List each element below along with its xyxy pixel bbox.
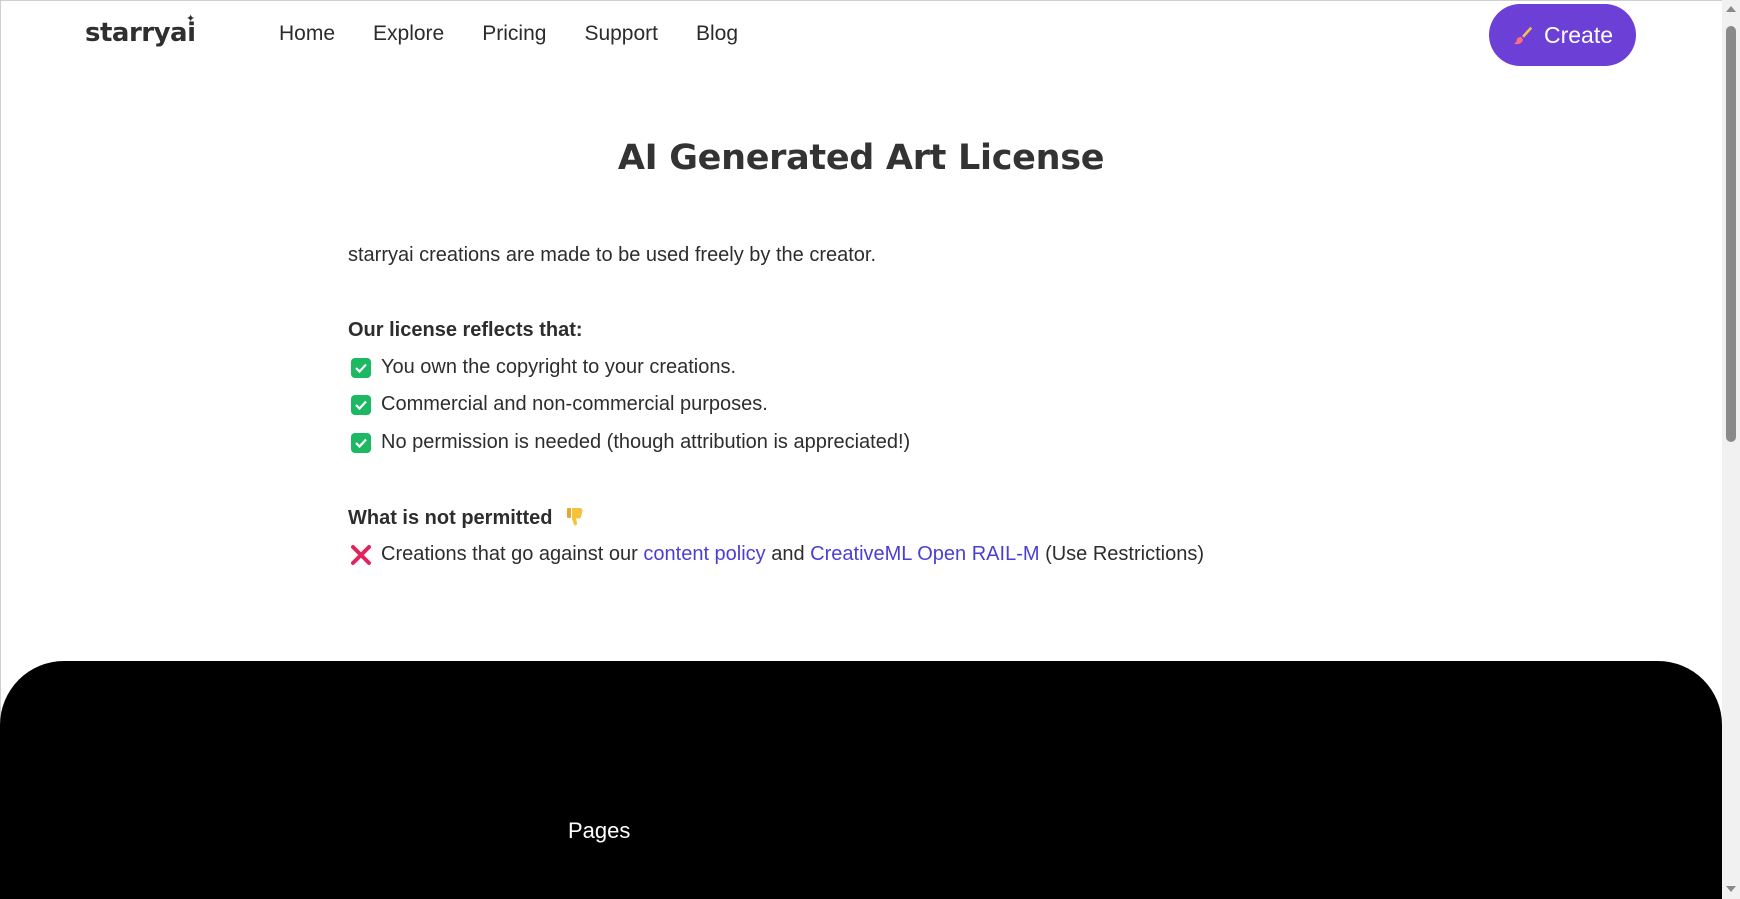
creativeml-license-link[interactable]: CreativeML Open RAIL-M xyxy=(810,543,1039,566)
site-footer: Pages xyxy=(0,661,1722,899)
checkmark-icon xyxy=(351,357,371,378)
cross-mark-icon xyxy=(351,544,371,565)
intro-text: starryai creations are made to be used f… xyxy=(348,244,877,266)
license-heading: Our license reflects that: xyxy=(348,319,583,341)
nav-home[interactable]: Home xyxy=(279,22,335,46)
restriction-middle: and xyxy=(765,543,811,565)
scroll-up-arrow-icon[interactable] xyxy=(1726,6,1736,12)
nav-blog[interactable]: Blog xyxy=(696,22,738,46)
permitted-item: No permission is needed (though attribut… xyxy=(348,431,910,454)
nav-explore[interactable]: Explore xyxy=(373,22,444,46)
nav-pricing[interactable]: Pricing xyxy=(482,22,546,46)
restriction-prefix: Creations that go against our xyxy=(381,543,644,565)
checkmark-icon xyxy=(351,394,371,415)
checkmark-icon xyxy=(351,432,371,453)
content-policy-link[interactable]: content policy xyxy=(643,543,765,566)
create-button[interactable]: Create xyxy=(1489,4,1636,66)
thumbs-down-icon xyxy=(567,508,583,526)
sparkle-icon: ✦ xyxy=(186,12,195,25)
not-permitted-heading: What is not permitted xyxy=(348,507,584,530)
restriction-suffix: (Use Restrictions) xyxy=(1039,543,1204,565)
restriction-item: Creations that go against our content po… xyxy=(348,543,1204,566)
main-nav: Home Explore Pricing Support Blog xyxy=(279,22,776,46)
permitted-item: You own the copyright to your creations. xyxy=(348,356,736,379)
not-permitted-heading-text: What is not permitted xyxy=(348,507,553,529)
permitted-text: No permission is needed (though attribut… xyxy=(381,431,911,453)
page: starryai ✦ Home Explore Pricing Support … xyxy=(0,0,1740,899)
logo[interactable]: starryai ✦ xyxy=(85,12,196,48)
paintbrush-icon xyxy=(1513,26,1533,45)
footer-pages-heading: Pages xyxy=(568,818,631,843)
permitted-item: Commercial and non-commercial purposes. xyxy=(348,393,768,416)
scroll-down-arrow-icon[interactable] xyxy=(1726,886,1736,892)
nav-support[interactable]: Support xyxy=(584,22,658,46)
scrollbar-thumb[interactable] xyxy=(1726,26,1736,442)
create-button-label: Create xyxy=(1543,21,1614,48)
permitted-text: Commercial and non-commercial purposes. xyxy=(381,393,768,415)
site-header: starryai ✦ Home Explore Pricing Support … xyxy=(0,0,1722,72)
permitted-text: You own the copyright to your creations. xyxy=(381,356,737,378)
vertical-scrollbar[interactable] xyxy=(1722,0,1740,899)
logo-text: starryai xyxy=(85,18,196,48)
page-title: AI Generated Art License xyxy=(617,138,1105,178)
